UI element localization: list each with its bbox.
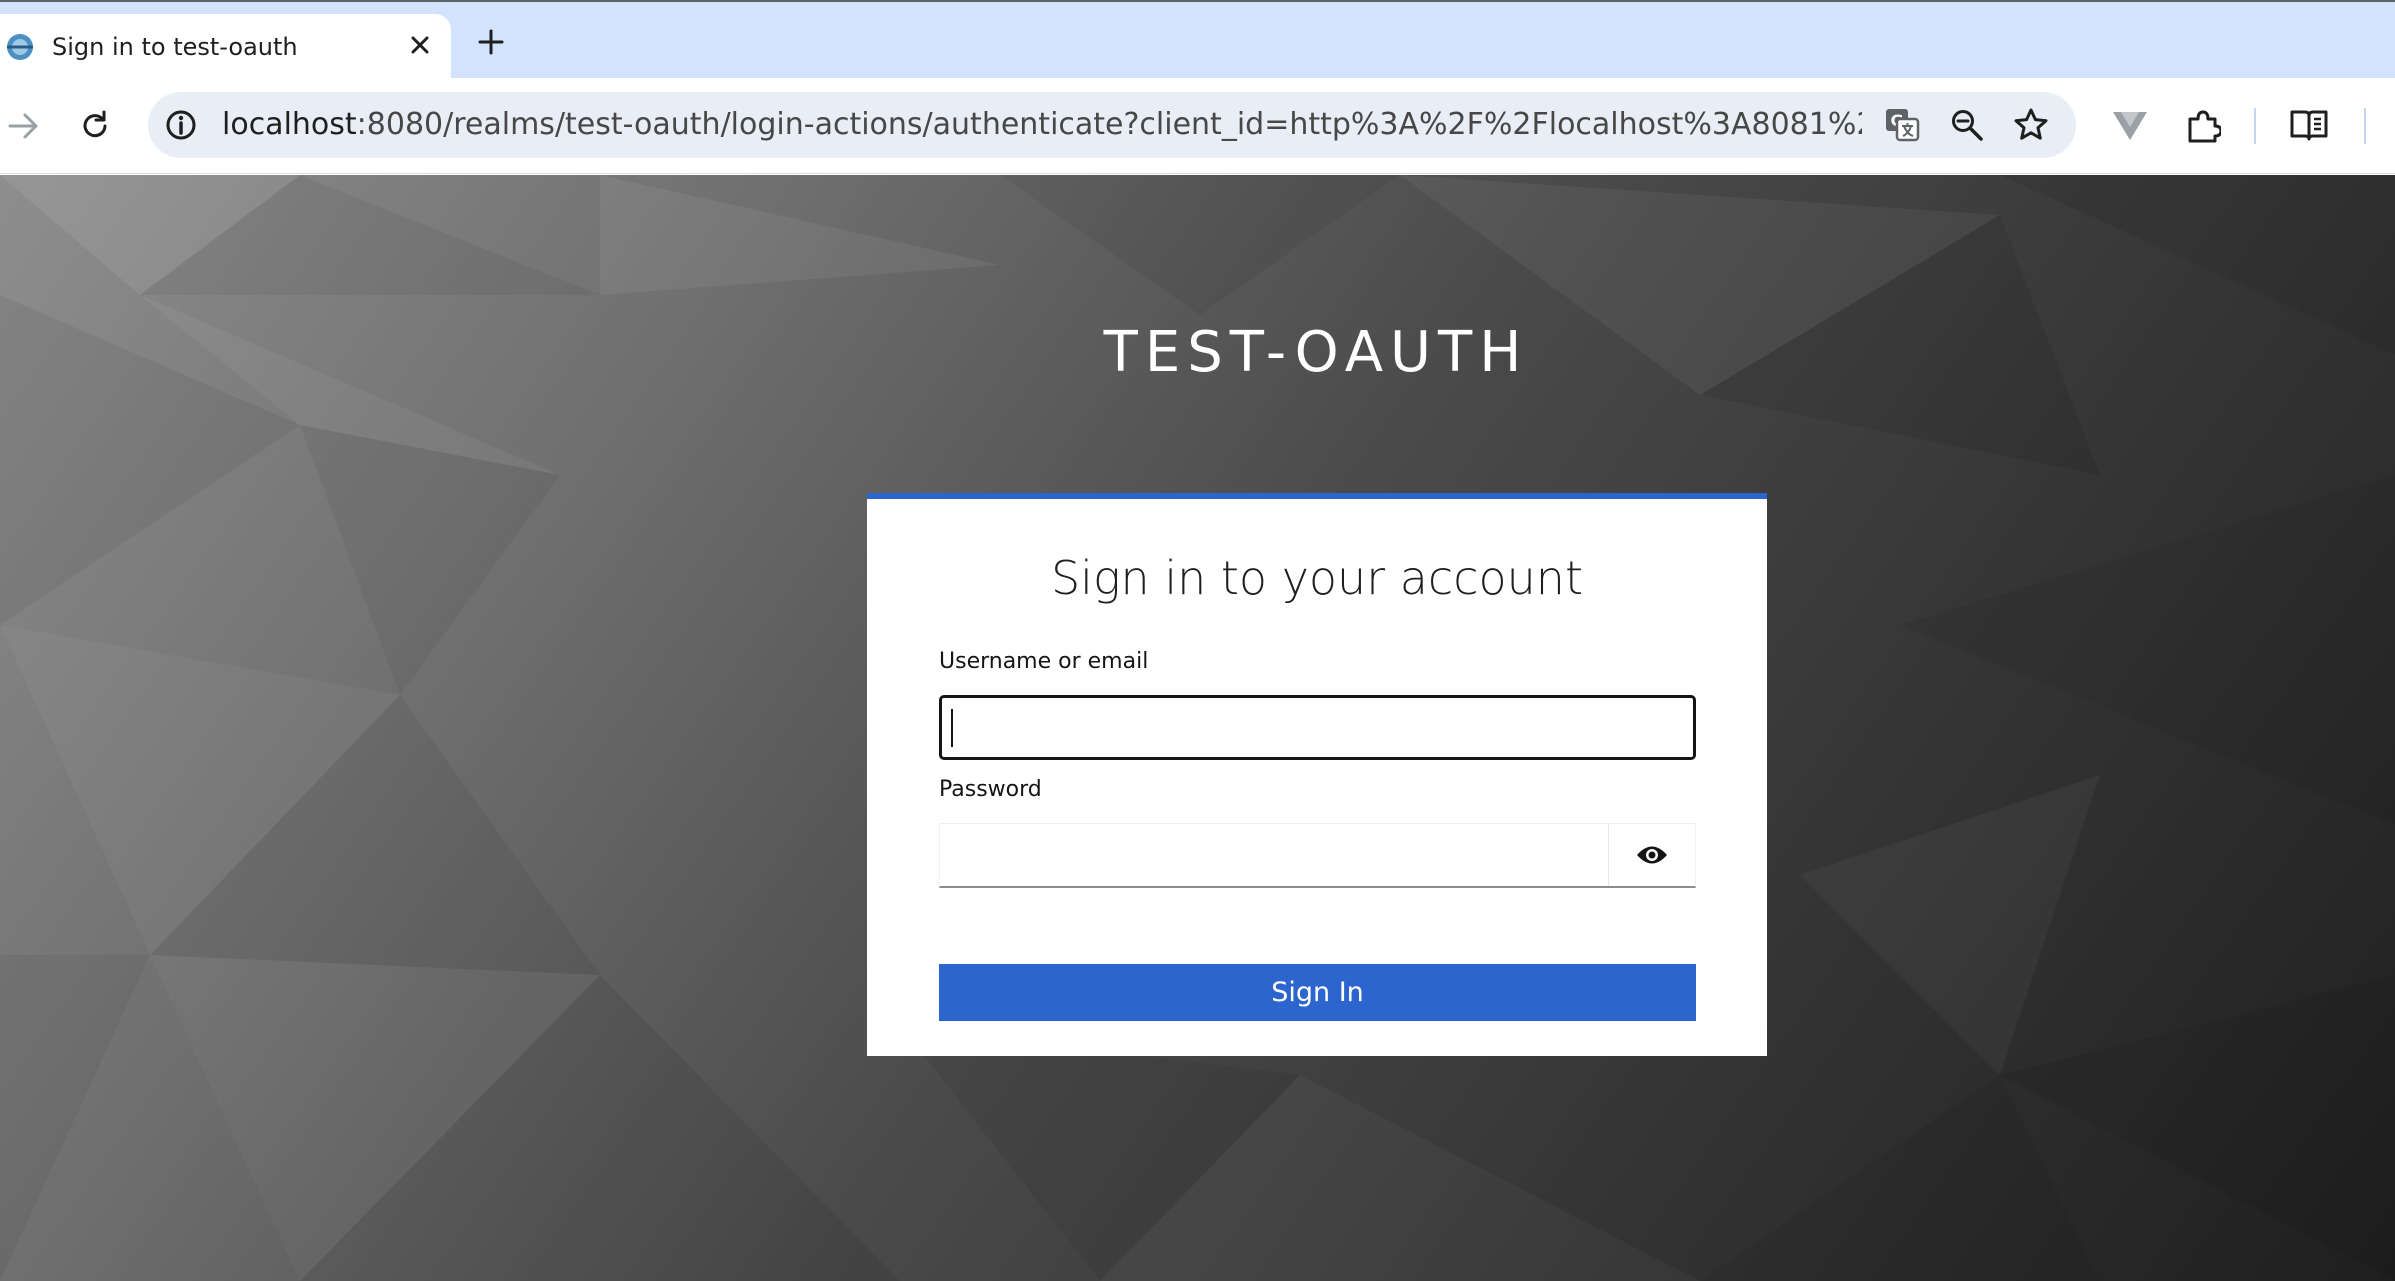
address-bar[interactable]: localhost:8080/realms/test-oauth/login-a… xyxy=(148,92,2076,158)
password-field-group xyxy=(939,823,1696,888)
toolbar-divider xyxy=(2364,108,2366,144)
plus-icon[interactable] xyxy=(476,27,506,57)
show-password-button[interactable] xyxy=(1608,824,1695,886)
url-text[interactable]: localhost:8080/realms/test-oauth/login-a… xyxy=(222,92,1862,158)
tab-strip: Sign in to test-oauth xyxy=(0,0,2395,80)
browser-toolbar: localhost:8080/realms/test-oauth/login-a… xyxy=(0,78,2395,174)
url-path: :8080/realms/test-oauth/login-actions/au… xyxy=(356,107,1862,142)
favicon-icon xyxy=(7,34,33,60)
zoom-icon[interactable] xyxy=(1950,108,1984,142)
username-input[interactable] xyxy=(939,695,1696,760)
reading-mode-icon[interactable] xyxy=(2290,108,2328,142)
password-label: Password xyxy=(939,777,1042,802)
browser-tab[interactable]: Sign in to test-oauth xyxy=(0,14,451,80)
close-icon[interactable] xyxy=(406,31,434,59)
extensions-icon[interactable] xyxy=(2185,108,2221,144)
realm-name: TEST-OAUTH xyxy=(1103,320,1529,385)
vue-devtools-icon[interactable] xyxy=(2112,110,2148,142)
text-caret xyxy=(951,709,953,747)
login-card: Sign in to your account Username or emai… xyxy=(867,493,1767,1056)
eye-icon xyxy=(1637,846,1667,864)
card-title: Sign in to your account xyxy=(1050,551,1584,605)
sign-in-button[interactable]: Sign In xyxy=(939,964,1696,1021)
reload-icon[interactable] xyxy=(78,109,112,143)
tab-title: Sign in to test-oauth xyxy=(52,33,298,61)
toolbar-divider xyxy=(2254,108,2256,144)
translate-icon[interactable]: G xyxy=(1884,107,1920,143)
username-label: Username or email xyxy=(939,649,1149,674)
login-page: TEST-OAUTH Sign in to your account Usern… xyxy=(0,175,2395,1281)
forward-icon[interactable] xyxy=(8,112,40,140)
info-icon[interactable] xyxy=(164,108,198,142)
star-icon[interactable] xyxy=(2013,107,2049,143)
password-input[interactable] xyxy=(940,824,1608,886)
url-host: localhost xyxy=(222,107,357,142)
